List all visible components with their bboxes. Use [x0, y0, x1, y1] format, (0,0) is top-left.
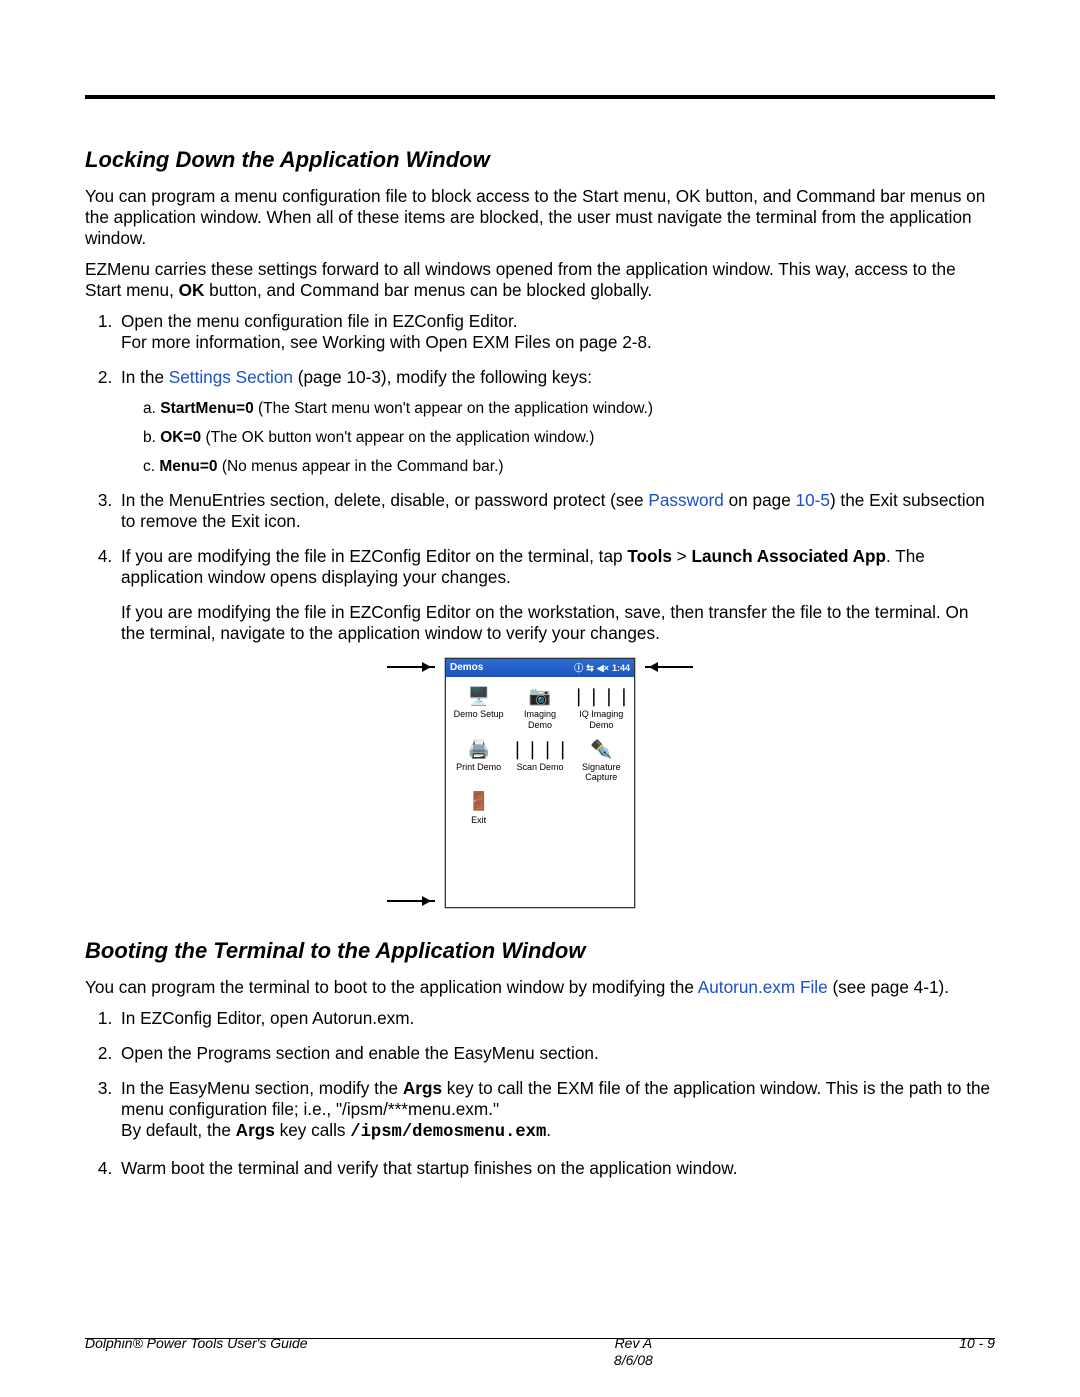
app-item[interactable]: 🖥️ Demo Setup	[450, 685, 507, 730]
text-bold: Args	[403, 1078, 442, 1098]
text: c.	[143, 458, 159, 475]
arrow-icon	[387, 900, 435, 902]
list-item: c. Menu=0 (No menus appear in the Comman…	[143, 458, 995, 477]
text: .	[546, 1120, 551, 1140]
app-icon: 🖨️	[466, 738, 492, 760]
text-bold: OK=0	[160, 429, 201, 446]
clock-text: 1:44	[612, 663, 630, 674]
app-icon: 🚪	[466, 791, 492, 813]
text: In the	[121, 367, 169, 387]
figure: Demos ⓘ ⇆ ◀× 1:44 🖥️ Demo Setup 📷Imaging D…	[85, 658, 995, 908]
footer-date: 8/6/08	[614, 1352, 653, 1368]
text: In the MenuEntries section, delete, disa…	[121, 490, 648, 510]
text-bold: StartMenu=0	[160, 400, 253, 417]
app-item[interactable]: ❘❘❘❘ Scan Demo	[511, 738, 568, 783]
list-item: In the EasyMenu section, modify the Args…	[117, 1078, 995, 1144]
link-text[interactable]: 10-5	[796, 490, 830, 510]
app-label: Signature Capture	[573, 762, 630, 783]
app-item[interactable]: ❘❘❘❘IQ Imaging Demo	[573, 685, 630, 730]
section-heading: Booting the Terminal to the Application …	[85, 938, 995, 965]
app-label: Imaging Demo	[511, 709, 568, 730]
text-bold: Launch Associated App	[692, 546, 887, 566]
text: key calls	[275, 1120, 350, 1140]
text: (The Start menu won't appear on the appl…	[254, 400, 653, 417]
app-icon: 📷	[527, 685, 553, 707]
document-page: Locking Down the Application Window You …	[0, 0, 1080, 1397]
text: (page 10-3), modify the following keys:	[293, 367, 592, 387]
page-footer: Dolphin® Power Tools User's Guide Rev A …	[85, 1335, 995, 1369]
list-item: Open the Programs section and enable the…	[117, 1043, 995, 1064]
app-label: Demo Setup	[454, 709, 504, 719]
text: (No menus appear in the Command bar.)	[218, 458, 504, 475]
text: on page	[724, 490, 796, 510]
body-paragraph: EZMenu carries these settings forward to…	[85, 259, 995, 301]
speaker-icon: ◀×	[597, 663, 609, 674]
text: button, and Command bar menus can be blo…	[204, 280, 652, 300]
footer-center: Rev A 8/6/08	[614, 1335, 653, 1369]
app-icon: ✒️	[588, 738, 614, 760]
list-item: Warm boot the terminal and verify that s…	[117, 1158, 995, 1179]
app-item[interactable]: 📷Imaging Demo	[511, 685, 568, 730]
arrow-icon	[387, 666, 435, 668]
list-item: In EZConfig Editor, open Autorun.exm.	[117, 1008, 995, 1029]
app-item[interactable]: 🚪 Exit	[450, 791, 507, 825]
text: >	[672, 546, 692, 566]
list-item: In the MenuEntries section, delete, disa…	[117, 490, 995, 532]
text: a.	[143, 400, 160, 417]
app-label: Print Demo	[456, 762, 501, 772]
text-bold: Menu=0	[159, 458, 217, 475]
list-item: Open the menu configuration file in EZCo…	[117, 311, 995, 353]
body-paragraph: You can program a menu configuration fil…	[85, 186, 995, 249]
signal-icon: ⓘ	[574, 663, 583, 674]
device-titlebar: Demos ⓘ ⇆ ◀× 1:44	[446, 659, 634, 677]
device-screenshot: Demos ⓘ ⇆ ◀× 1:44 🖥️ Demo Setup 📷Imaging D…	[445, 658, 635, 908]
section-heading: Locking Down the Application Window	[85, 147, 995, 174]
text: In the EasyMenu section, modify the	[121, 1078, 403, 1098]
sync-icon: ⇆	[586, 663, 594, 674]
text-bold: Tools	[627, 546, 672, 566]
list-item: In the Settings Section (page 10-3), mod…	[117, 367, 995, 477]
app-icon: ❘❘❘❘	[527, 738, 553, 760]
text: By default, the	[121, 1120, 236, 1140]
app-icon: ❘❘❘❘	[588, 685, 614, 707]
list-item: b. OK=0 (The OK button won't appear on t…	[143, 429, 995, 448]
app-label: IQ Imaging Demo	[573, 709, 630, 730]
device-title: Demos	[450, 662, 483, 674]
list-item: If you are modifying the file in EZConfi…	[117, 546, 995, 644]
app-label: Exit	[471, 815, 486, 825]
sub-list: a. StartMenu=0 (The Start menu won't app…	[143, 400, 995, 477]
app-item[interactable]: 🖨️ Print Demo	[450, 738, 507, 783]
text: You can program the terminal to boot to …	[85, 977, 698, 997]
body-paragraph: You can program the terminal to boot to …	[85, 977, 995, 998]
text: (see page 4-1).	[828, 977, 949, 997]
link-text[interactable]: Password	[648, 490, 723, 510]
text-bold: Args	[236, 1120, 275, 1140]
link-text[interactable]: Settings Section	[169, 367, 293, 387]
footer-page-number: 10 - 9	[959, 1335, 995, 1369]
ordered-list: Open the menu configuration file in EZCo…	[85, 311, 995, 645]
app-icon: 🖥️	[466, 685, 492, 707]
titlebar-icons: ⓘ ⇆ ◀× 1:44	[574, 663, 630, 674]
footer-rev: Rev A	[615, 1335, 653, 1351]
text-bold: OK	[179, 280, 205, 300]
footer-left: Dolphin® Power Tools User's Guide	[85, 1335, 308, 1369]
list-item: a. StartMenu=0 (The Start menu won't app…	[143, 400, 995, 419]
code-text: /ipsm/demosmenu.exm	[350, 1123, 546, 1142]
text: Open the menu configuration file in EZCo…	[121, 311, 518, 331]
text: (The OK button won't appear on the appli…	[201, 429, 594, 446]
ordered-list: In EZConfig Editor, open Autorun.exm. Op…	[85, 1008, 995, 1179]
text: b.	[143, 429, 160, 446]
app-item[interactable]: ✒️Signature Capture	[573, 738, 630, 783]
arrow-icon	[645, 666, 693, 668]
link-text[interactable]: Autorun.exm File	[698, 977, 828, 997]
app-label: Scan Demo	[516, 762, 563, 772]
text: For more information, see Working with O…	[121, 332, 652, 352]
body-paragraph: If you are modifying the file in EZConfi…	[121, 602, 995, 644]
text: If you are modifying the file in EZConfi…	[121, 546, 627, 566]
top-rule	[85, 95, 995, 99]
app-grid: 🖥️Demo Setup📷Imaging Demo❘❘❘❘IQ Imaging …	[446, 677, 634, 825]
